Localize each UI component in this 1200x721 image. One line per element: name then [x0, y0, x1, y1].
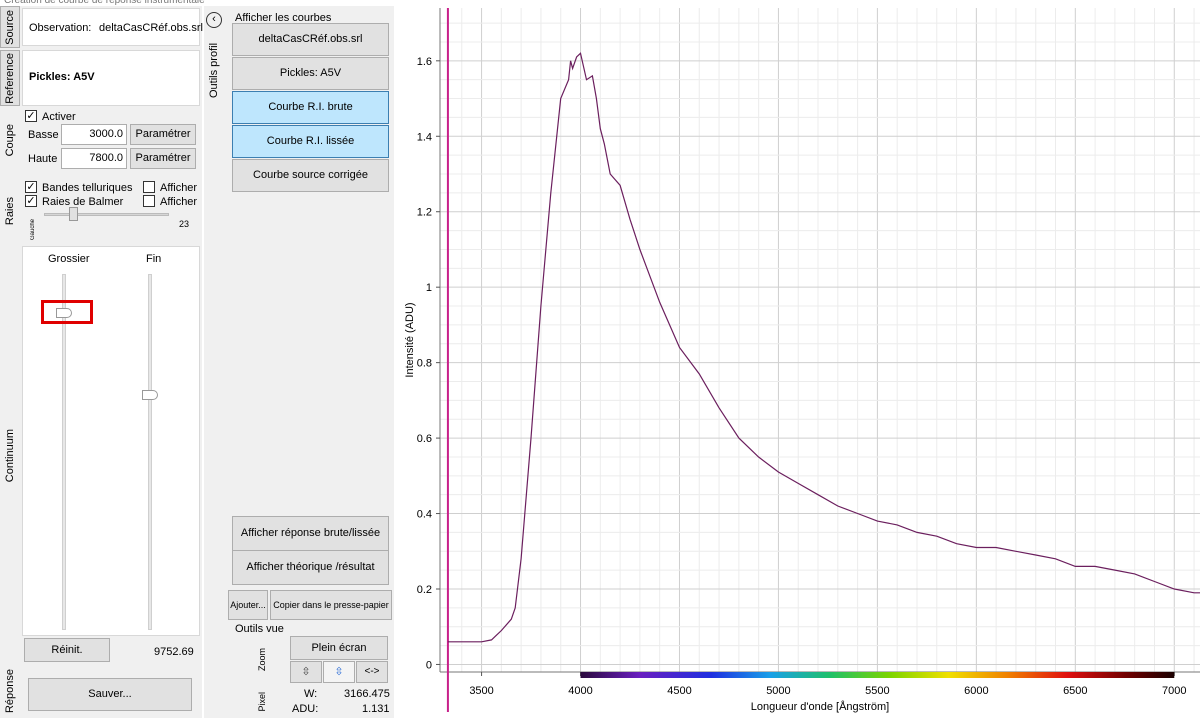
- afficher-bandes-label: Afficher: [160, 182, 198, 194]
- outils-vue-label: Outils vue: [235, 623, 284, 635]
- w-value: 3166.475: [344, 688, 390, 700]
- x-tick-label: 4000: [568, 685, 592, 697]
- reinit-button[interactable]: Réinit.: [24, 638, 110, 662]
- continuum-value: 9752.69: [154, 646, 194, 658]
- ajouter-button[interactable]: Ajouter...: [228, 590, 268, 620]
- zoom-horizontal-button[interactable]: <->: [356, 661, 388, 683]
- y-tick-label: 0: [426, 659, 432, 671]
- curve-button-0[interactable]: deltaCasCRéf.obs.srl: [232, 23, 389, 56]
- copier-presse-papier-button[interactable]: Copier dans le presse-papier: [270, 590, 392, 620]
- x-axis-label: Longueur d'onde [Ångström]: [751, 700, 889, 713]
- afficher-reponse-button[interactable]: Afficher réponse brute/lissée: [232, 516, 389, 551]
- gauche-label: Gauche: [30, 219, 36, 241]
- section-raies-label: Raies: [0, 178, 20, 244]
- tab-source[interactable]: Source: [0, 6, 20, 48]
- haute-input[interactable]: 7800.0: [61, 148, 127, 169]
- fin-slider-thumb[interactable]: [142, 390, 158, 401]
- reponse-label: Réponse: [4, 668, 16, 714]
- y-tick-label: 0.4: [417, 509, 432, 521]
- x-tick-label: 4500: [667, 685, 691, 697]
- zoom-vertical-button[interactable]: ⇳: [290, 661, 322, 683]
- curve-button-4[interactable]: Courbe source corrigée: [232, 159, 389, 192]
- parametrer-basse-button[interactable]: Paramétrer: [130, 124, 196, 145]
- grossier-slider-track[interactable]: [62, 274, 66, 630]
- activer-checkbox[interactable]: ✓: [25, 110, 37, 122]
- x-tick-label: 5500: [865, 685, 889, 697]
- afficher-balmer-checkbox[interactable]: [143, 195, 155, 207]
- section-reponse-label: Réponse: [0, 666, 20, 716]
- chart-grid: [440, 8, 1200, 672]
- y-tick-label: 0.8: [417, 358, 432, 370]
- grossier-highlight-box: [41, 300, 93, 325]
- y-axis-label: Intensité (ADU): [404, 302, 416, 377]
- tab-reference[interactable]: Reference: [0, 50, 20, 106]
- chart-axes: 0 0.2 0.4 0.6 0.8 1 1.2 1.4 1.6 3500 4000 4500 5000 5…: [417, 8, 1200, 697]
- y-tick-label: 0.2: [417, 584, 432, 596]
- afficher-bandes-checkbox[interactable]: [143, 181, 155, 193]
- grossier-label: Grossier: [48, 253, 90, 265]
- y-tick-label: 1.4: [417, 131, 432, 143]
- x-tick-label: 5000: [766, 685, 790, 697]
- plein-ecran-button[interactable]: Plein écran: [290, 636, 388, 660]
- spectrum-color-bar: [580, 672, 1175, 678]
- pickles-label: Pickles: A5V: [29, 71, 95, 83]
- x-tick-label: 6500: [1063, 685, 1087, 697]
- parametrer-haute-button[interactable]: Paramétrer: [130, 148, 196, 169]
- section-coupe-label: Coupe: [0, 110, 20, 170]
- collapse-chevron-icon[interactable]: ‹: [206, 12, 222, 28]
- haute-label: Haute: [28, 153, 58, 165]
- w-label: W:: [304, 688, 318, 700]
- afficher-theorique-button[interactable]: Afficher théorique /résultat: [232, 550, 389, 585]
- x-tick-label: 7000: [1162, 685, 1186, 697]
- observation-value: deltaCasCRéf.obs.srl: [99, 22, 203, 34]
- tab-reference-label: Reference: [4, 52, 16, 104]
- bandes-telluriques-label: Bandes telluriques: [42, 182, 133, 194]
- spectrum-chart[interactable]: 0 0.2 0.4 0.6 0.8 1 1.2 1.4 1.6 3500 4000 4500 5000 5…: [400, 0, 1200, 718]
- activer-label: Activer: [42, 111, 76, 123]
- y-tick-label: 1: [426, 282, 432, 294]
- sauver-button[interactable]: Sauver...: [28, 678, 192, 711]
- raies-slider-value: 23: [179, 219, 190, 229]
- coupe-label: Coupe: [4, 123, 16, 157]
- chart-svg[interactable]: 0 0.2 0.4 0.6 0.8 1 1.2 1.4 1.6 3500 4000 4500 5000 5…: [400, 0, 1200, 718]
- raies-balmer-checkbox[interactable]: ✓: [25, 195, 37, 207]
- y-tick-label: 1.2: [417, 207, 432, 219]
- fin-slider-track[interactable]: [148, 274, 152, 630]
- outils-profil-label: Outils profil: [208, 42, 220, 98]
- observation-box: Observation: deltaCasCRéf.obs.srl: [22, 8, 203, 46]
- adu-label: ADU:: [292, 703, 319, 715]
- raies-balmer-label: Raies de Balmer: [42, 196, 124, 208]
- section-continuum-label: Continuum: [0, 306, 20, 606]
- curve-button-2[interactable]: Courbe R.I. brute: [232, 91, 389, 124]
- y-tick-label: 1.6: [417, 56, 432, 68]
- x-tick-label: 3500: [469, 685, 493, 697]
- fin-label: Fin: [146, 253, 162, 265]
- left-panel: Observation: deltaCasCRéf.obs.srl Pickle…: [20, 6, 203, 718]
- curve-button-3[interactable]: Courbe R.I. lissée: [232, 125, 389, 158]
- pickles-box: Pickles: A5V: [22, 50, 200, 106]
- profile-tools-panel: ‹ Outils profil Afficher les courbes del…: [204, 6, 394, 718]
- afficher-balmer-label: Afficher: [160, 196, 198, 208]
- zoom-vertical-active-button[interactable]: ⇳: [323, 661, 355, 683]
- side-tab-strip: Source Reference Coupe Raies Continuum R…: [0, 6, 20, 718]
- tab-source-label: Source: [4, 9, 16, 45]
- pixel-label: Pixel: [257, 692, 267, 712]
- bandes-telluriques-checkbox[interactable]: ✓: [25, 181, 37, 193]
- basse-input[interactable]: 3000.0: [61, 124, 127, 145]
- continuum-label: Continuum: [4, 429, 16, 483]
- x-tick-label: 6000: [964, 685, 988, 697]
- observation-label: Observation:: [29, 22, 92, 34]
- adu-value: 1.131: [362, 703, 390, 715]
- raies-slider-track[interactable]: [44, 213, 169, 216]
- y-tick-label: 0.6: [417, 433, 432, 445]
- basse-label: Basse: [28, 129, 59, 141]
- curve-button-1[interactable]: Pickles: A5V: [232, 57, 389, 90]
- zoom-label: Zoom: [257, 648, 267, 672]
- raies-label: Raies: [4, 196, 16, 226]
- raies-slider-thumb[interactable]: [69, 207, 78, 221]
